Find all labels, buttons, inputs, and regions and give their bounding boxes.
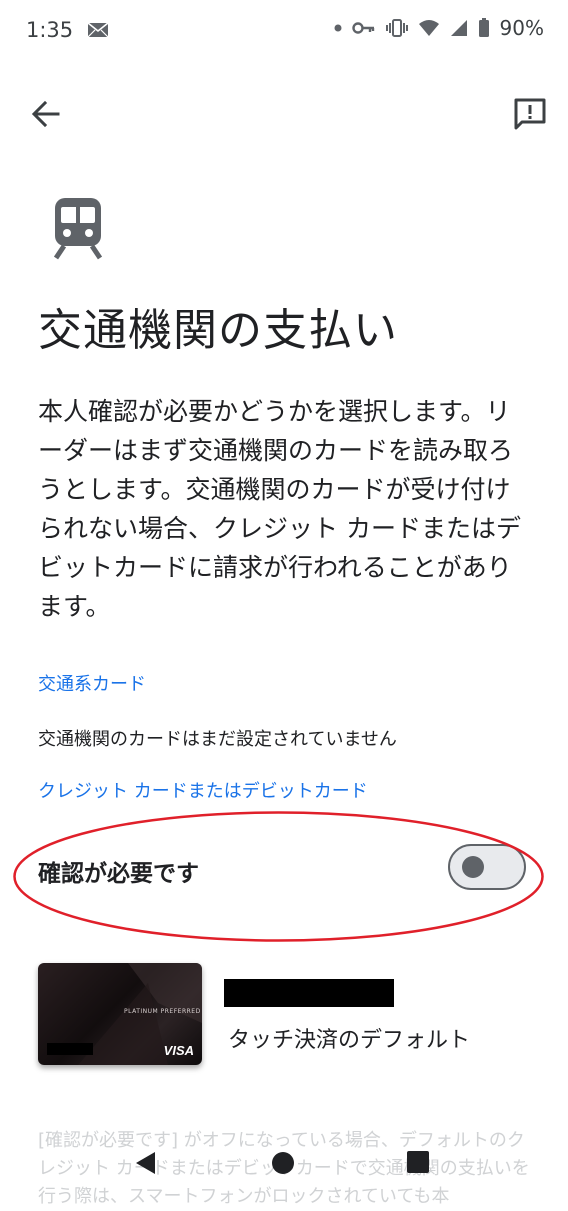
- vibrate-icon: [385, 19, 408, 37]
- battery-icon: [478, 18, 490, 38]
- nav-back-icon: [136, 1152, 155, 1174]
- card-default-label: タッチ決済のデフォルト: [228, 1028, 471, 1053]
- status-icons: 90%: [334, 16, 544, 40]
- wifi-icon: [418, 19, 440, 37]
- require-verification-label: 確認が必要です: [38, 861, 199, 887]
- train-icon: [50, 196, 106, 260]
- nav-recents-button[interactable]: [407, 1151, 429, 1173]
- card-brand-text: PLATINUM PREFERRED: [124, 1008, 201, 1015]
- credit-card-section-label: クレジット カードまたはデビットカード: [38, 781, 368, 802]
- feedback-icon: [514, 98, 546, 130]
- signal-icon: [450, 19, 468, 37]
- transit-card-section-label: 交通系カード: [38, 674, 146, 695]
- nav-home-button[interactable]: [271, 1151, 295, 1175]
- nav-recents-icon: [407, 1151, 429, 1173]
- feedback-button[interactable]: [510, 94, 550, 134]
- back-button[interactable]: [28, 96, 64, 132]
- key-icon: [351, 21, 376, 35]
- nav-back-button[interactable]: [133, 1150, 159, 1176]
- nav-home-icon: [272, 1152, 294, 1174]
- dot-icon: [334, 24, 342, 32]
- status-time: 1:35: [26, 18, 74, 42]
- card-number-redaction: [47, 1043, 93, 1055]
- page-title: 交通機関の支払い: [38, 305, 398, 356]
- transit-card-empty-text: 交通機関のカードはまだ設定されていません: [38, 729, 397, 750]
- page-description: 本人確認が必要かどうかを選択します。リーダーはまず交通機関のカードを読み取ろうと…: [38, 397, 521, 621]
- battery-text: 90%: [499, 16, 544, 40]
- payment-card-image[interactable]: PLATINUM PREFERRED VISA: [38, 963, 202, 1065]
- mail-icon: [87, 22, 109, 38]
- toggle-knob: [462, 856, 484, 878]
- arrow-left-icon: [31, 100, 60, 128]
- require-verification-toggle[interactable]: [448, 844, 526, 890]
- card-name-redaction: [224, 979, 394, 1007]
- card-network-logo: VISA: [163, 1043, 194, 1058]
- require-verification-row[interactable]: 確認が必要です: [38, 844, 530, 892]
